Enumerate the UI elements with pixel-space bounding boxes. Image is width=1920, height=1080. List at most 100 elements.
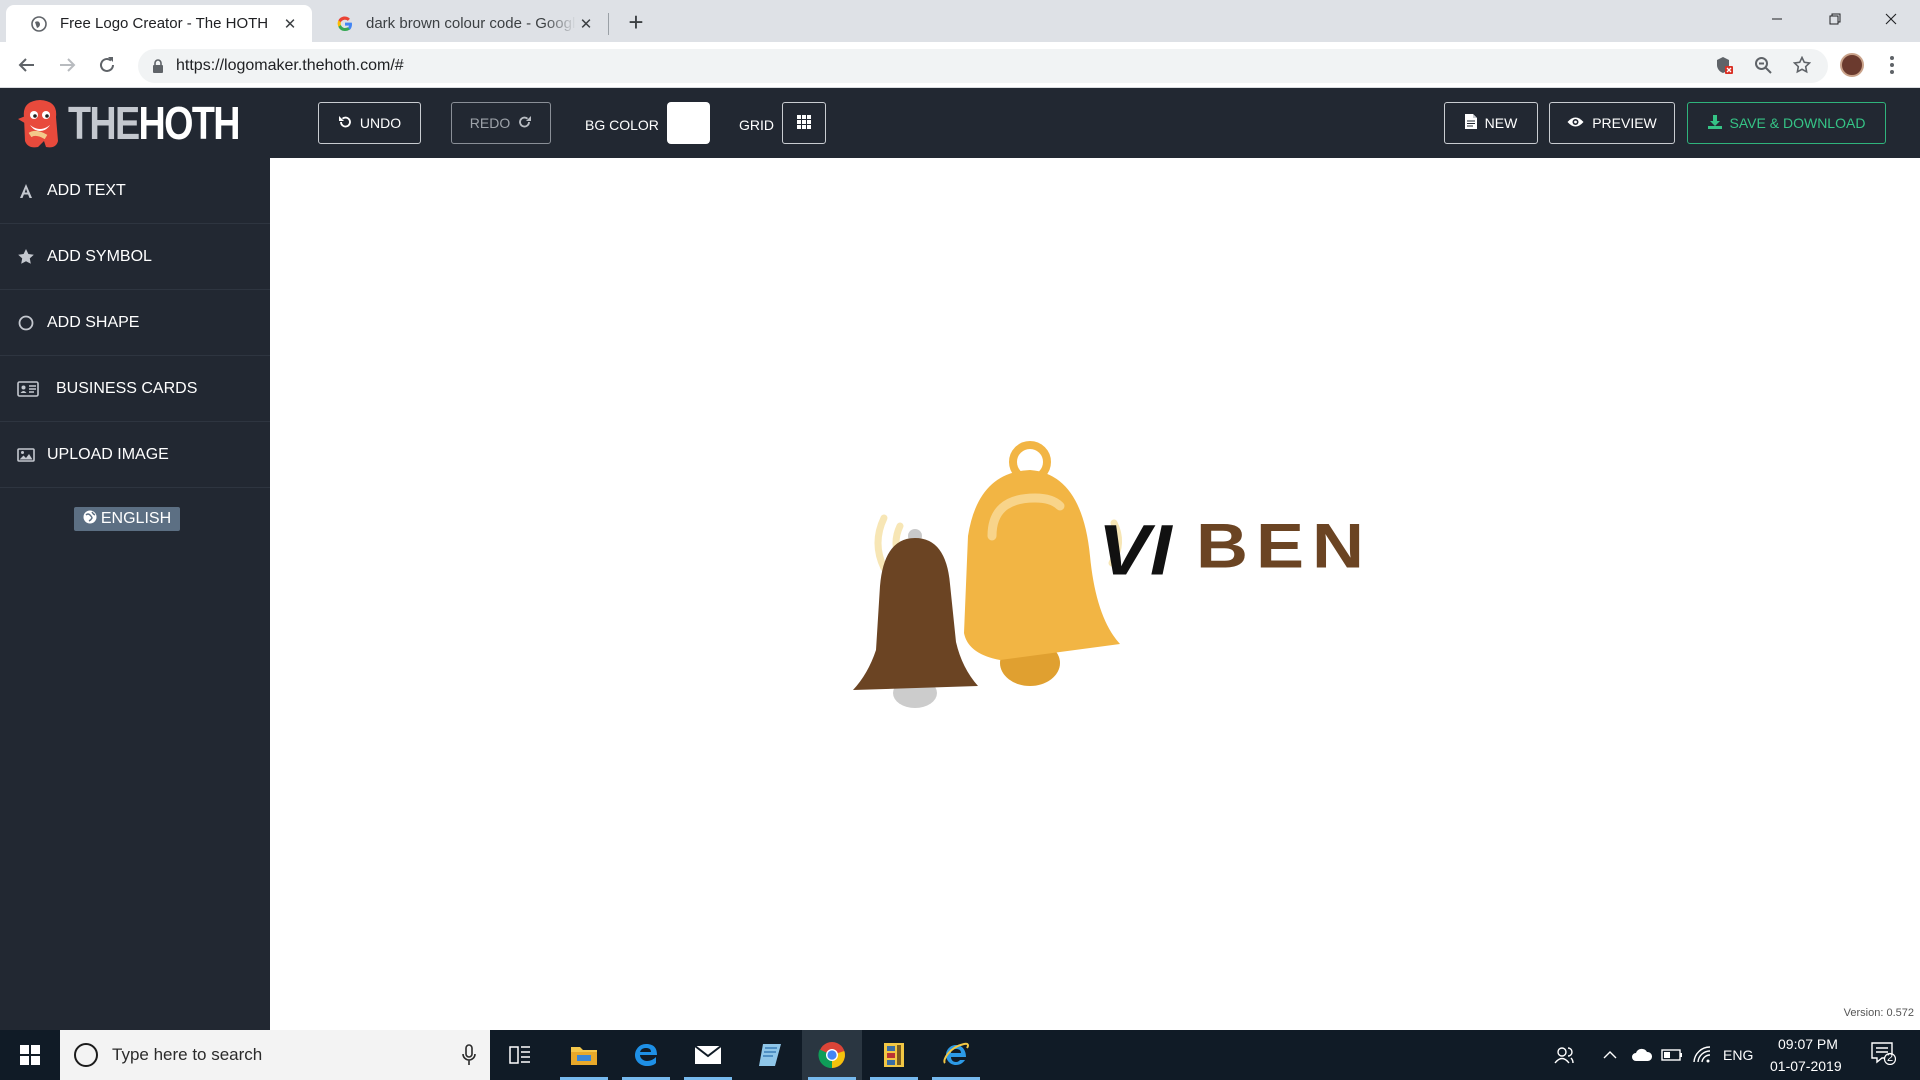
sidebar-item-business-cards[interactable]: BUSINESS CARDS bbox=[0, 356, 270, 422]
sidebar-item-upload-image[interactable]: UPLOAD IMAGE bbox=[0, 422, 270, 488]
download-icon bbox=[1707, 114, 1722, 132]
sidebar-item-add-shape[interactable]: ADD SHAPE bbox=[0, 290, 270, 356]
brown-bell-icon[interactable] bbox=[853, 529, 978, 708]
bg-color-swatch[interactable] bbox=[667, 102, 710, 144]
google-icon bbox=[336, 15, 354, 33]
logo-design[interactable]: VI BEN bbox=[850, 418, 1470, 738]
browser-tab-inactive[interactable]: dark brown colour code - Google Search ✕ bbox=[312, 5, 608, 42]
reload-icon[interactable] bbox=[93, 51, 121, 79]
shield-block-icon[interactable] bbox=[1710, 51, 1738, 79]
redo-button[interactable]: REDO bbox=[451, 102, 551, 144]
language-indicator[interactable]: ENG bbox=[1723, 1047, 1753, 1063]
chevron-up-icon[interactable] bbox=[1603, 1044, 1617, 1066]
battery-icon[interactable] bbox=[1661, 1044, 1683, 1066]
minimize-icon[interactable] bbox=[1748, 0, 1806, 38]
tab-title: Free Logo Creator - The HOTH bbox=[60, 15, 269, 32]
close-tab-icon[interactable]: ✕ bbox=[280, 14, 300, 34]
mail-icon[interactable] bbox=[678, 1030, 738, 1080]
design-canvas[interactable]: VI BEN Version: 0.572 bbox=[270, 158, 1920, 1030]
edge-browser-icon[interactable] bbox=[616, 1030, 676, 1080]
undo-label: UNDO bbox=[359, 115, 402, 131]
browser-toolbar: https://logomaker.thehoth.com/# bbox=[0, 42, 1920, 88]
brand-wordmark: THEHOTH bbox=[68, 97, 241, 149]
bookmark-star-icon[interactable] bbox=[1788, 51, 1816, 79]
bg-color-label: BG COLOR bbox=[585, 117, 659, 133]
sidebar-item-label: ADD SYMBOL bbox=[47, 247, 152, 265]
notes-app-icon[interactable] bbox=[740, 1030, 800, 1080]
new-tab-icon[interactable]: + bbox=[622, 7, 650, 37]
logo-text-dark[interactable]: VI bbox=[1098, 509, 1174, 589]
language-label: ENGLISH bbox=[100, 510, 172, 527]
undo-icon bbox=[338, 115, 352, 132]
eye-icon bbox=[1567, 115, 1584, 131]
image-icon bbox=[17, 447, 35, 462]
back-icon[interactable] bbox=[13, 51, 41, 79]
restore-icon[interactable] bbox=[1806, 0, 1864, 38]
profile-avatar[interactable] bbox=[1840, 53, 1864, 77]
task-view-icon[interactable] bbox=[490, 1030, 550, 1080]
browser-menu-icon[interactable] bbox=[1880, 53, 1904, 77]
sidebar: ADD TEXT ADD SYMBOL ADD SHAPE BUSINESS C… bbox=[0, 158, 270, 1030]
undo-button[interactable]: UNDO bbox=[318, 102, 421, 144]
windows-start-icon[interactable] bbox=[0, 1030, 60, 1080]
onedrive-icon[interactable] bbox=[1631, 1044, 1653, 1066]
zoom-icon[interactable] bbox=[1749, 51, 1777, 79]
people-icon[interactable] bbox=[1554, 1044, 1574, 1066]
search-placeholder: Type here to search bbox=[112, 1045, 263, 1064]
address-bar[interactable]: https://logomaker.thehoth.com/# bbox=[138, 49, 1828, 83]
tab-separator bbox=[608, 13, 609, 35]
grid-label: GRID bbox=[739, 117, 774, 133]
thehoth-logo[interactable]: THEHOTH bbox=[16, 98, 276, 148]
sidebar-item-add-symbol[interactable]: ADD SYMBOL bbox=[0, 224, 270, 290]
wifi-icon[interactable] bbox=[1692, 1044, 1712, 1066]
clock-time[interactable]: 09:07 PM bbox=[1778, 1036, 1838, 1052]
sound-wave-left bbox=[874, 514, 888, 572]
sidebar-item-label: ADD TEXT bbox=[47, 181, 126, 199]
archive-app-icon[interactable] bbox=[864, 1030, 924, 1080]
globe-icon bbox=[83, 510, 97, 529]
version-label: Version: 0.572 bbox=[1843, 1007, 1914, 1019]
lock-icon bbox=[152, 59, 164, 73]
new-button[interactable]: NEW bbox=[1444, 102, 1538, 144]
windows-taskbar: Type here to search ENG 09:07 PM 01-07-2… bbox=[0, 1030, 1920, 1080]
taskbar-search-box[interactable]: Type here to search bbox=[60, 1030, 490, 1080]
internet-explorer-icon[interactable] bbox=[926, 1030, 986, 1080]
redo-label: REDO bbox=[469, 115, 511, 131]
action-center-icon[interactable]: 2 bbox=[1870, 1042, 1896, 1065]
brand-the: THE bbox=[68, 97, 140, 149]
sidebar-item-add-text[interactable]: ADD TEXT bbox=[0, 158, 270, 224]
app-header: THEHOTH UNDO REDO BG COLOR GRID NEW PREV… bbox=[0, 88, 1920, 158]
hoth-mascot-icon bbox=[18, 100, 58, 148]
grid-icon bbox=[797, 114, 811, 132]
chrome-icon[interactable] bbox=[802, 1030, 862, 1080]
circle-icon bbox=[17, 315, 35, 331]
file-explorer-icon[interactable] bbox=[554, 1030, 614, 1080]
logo-text-brown[interactable]: BEN bbox=[1196, 512, 1372, 582]
text-icon bbox=[17, 183, 35, 199]
star-icon bbox=[17, 248, 35, 266]
sidebar-item-label: ADD SHAPE bbox=[47, 313, 140, 331]
grid-toggle-button[interactable] bbox=[782, 102, 826, 144]
clock-date[interactable]: 01-07-2019 bbox=[1770, 1058, 1842, 1074]
preview-button[interactable]: PREVIEW bbox=[1549, 102, 1675, 144]
cortana-icon bbox=[74, 1043, 98, 1067]
gold-bell-icon[interactable] bbox=[964, 441, 1120, 686]
microphone-icon[interactable] bbox=[462, 1044, 476, 1071]
globe-icon bbox=[30, 15, 48, 33]
save-download-button[interactable]: SAVE & DOWNLOAD bbox=[1687, 102, 1886, 144]
close-tab-icon[interactable]: ✕ bbox=[576, 14, 596, 34]
save-download-label: SAVE & DOWNLOAD bbox=[1729, 115, 1866, 131]
sidebar-item-label: UPLOAD IMAGE bbox=[47, 445, 169, 463]
sidebar-item-label: BUSINESS CARDS bbox=[56, 379, 198, 397]
forward-icon[interactable] bbox=[53, 51, 81, 79]
browser-tab-strip: Free Logo Creator - The HOTH ✕ dark brow… bbox=[0, 0, 1920, 42]
redo-icon bbox=[518, 115, 532, 132]
new-label: NEW bbox=[1484, 115, 1518, 131]
preview-label: PREVIEW bbox=[1592, 115, 1657, 131]
file-icon bbox=[1464, 114, 1477, 132]
url-text: https://logomaker.thehoth.com/# bbox=[176, 57, 404, 74]
brand-hoth: HOTH bbox=[138, 97, 241, 149]
language-button[interactable]: ENGLISH bbox=[74, 507, 180, 531]
browser-tab-active[interactable]: Free Logo Creator - The HOTH ✕ bbox=[6, 5, 312, 42]
close-window-icon[interactable] bbox=[1862, 0, 1920, 38]
